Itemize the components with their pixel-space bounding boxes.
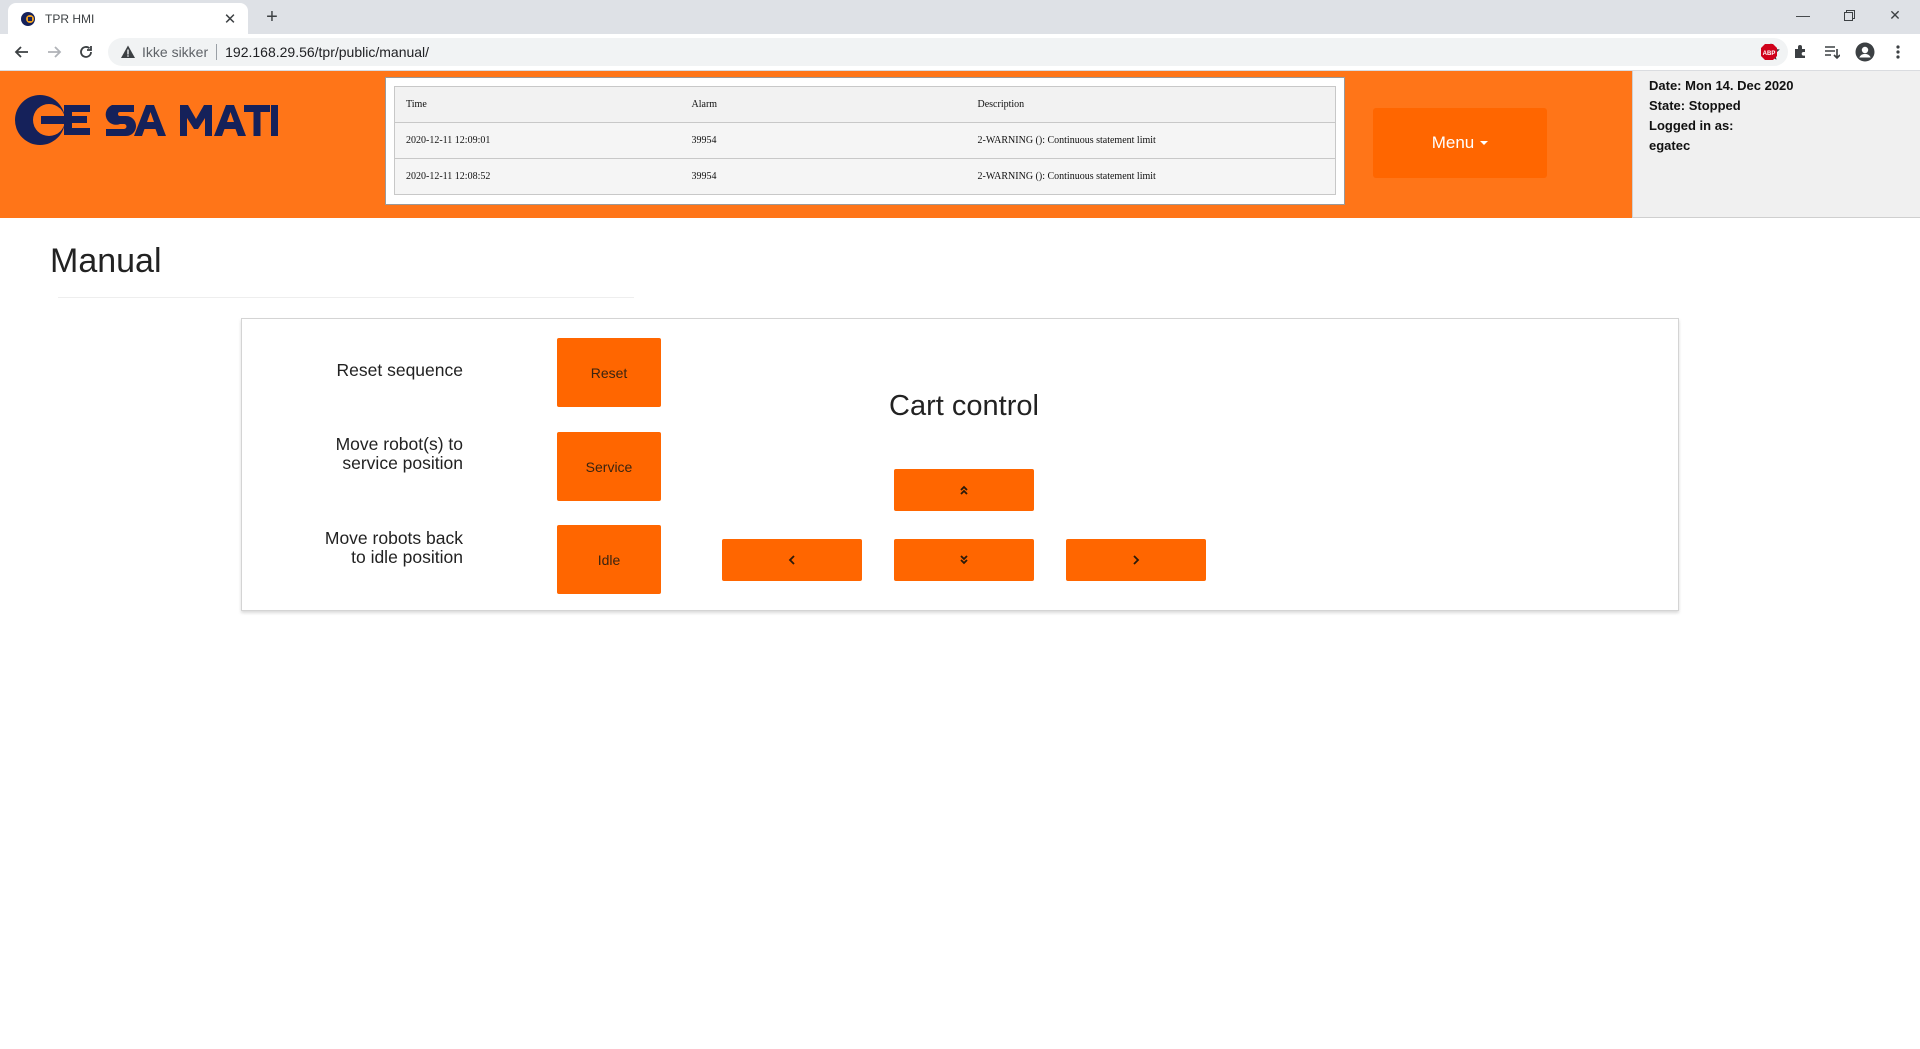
page-header: Time Alarm Description 2020-12-11 12:09:… [0,71,1920,218]
reset-button[interactable]: Reset [557,338,661,407]
close-window-icon[interactable]: ✕ [1872,0,1918,30]
status-state: State: Stopped [1649,98,1741,113]
left-chevron-icon [788,555,795,565]
favicon-icon [21,11,35,26]
idle-label-line2: to idle position [351,547,463,567]
menu-dropdown-button[interactable]: Menu [1373,108,1547,178]
alarm-time: 2020-12-11 12:09:01 [394,122,681,159]
insecure-label: Ikke sikker [142,44,209,60]
alarm-table: Time Alarm Description 2020-12-11 12:09:… [394,86,1336,195]
right-chevron-icon [1133,555,1140,565]
alarm-code: 39954 [680,122,967,159]
warning-icon [121,45,135,58]
menu-label: Menu [1431,133,1475,152]
cart-down-button[interactable] [894,539,1034,581]
table-row[interactable]: 2020-12-11 12:09:01 39954 2-WARNING (): … [394,122,1336,159]
alarm-time: 2020-12-11 12:08:52 [394,158,681,195]
status-date: Date: Mon 14. Dec 2020 [1649,78,1794,93]
cart-right-button[interactable] [1066,539,1206,581]
status-username: egatec [1649,138,1691,153]
alarm-code: 39954 [680,158,967,195]
status-logged-in-label: Logged in as: [1649,118,1734,133]
browser-menu-kebab-icon[interactable] [1888,42,1908,62]
cart-control-title: Cart control [889,390,1039,422]
address-divider [216,44,218,60]
column-header-time: Time [394,86,681,123]
page-title: Manual [50,242,162,280]
back-icon[interactable] [10,40,34,64]
reload-icon[interactable] [74,40,98,64]
column-header-alarm: Alarm [680,86,967,123]
alarm-description: 2-WARNING (): Continuous statement limit [966,158,1336,195]
tab-title: TPR HMI [45,11,95,26]
service-button[interactable]: Service [557,432,661,501]
url-text[interactable]: 192.168.29.56/tpr/public/manual/ [225,44,429,60]
address-bar[interactable]: Ikke sikker 192.168.29.56/tpr/public/man… [108,38,1788,66]
forward-icon[interactable] [42,40,66,64]
reset-label-line1: Reset sequence [336,360,463,380]
reset-sequence-label: Reset sequence [163,361,463,380]
adblock-icon[interactable]: ABP [1759,42,1779,62]
profile-avatar-icon[interactable] [1855,42,1875,62]
reading-list-icon[interactable] [1822,42,1842,62]
tab-close-icon[interactable]: ✕ [222,11,238,28]
restore-icon[interactable] [1826,0,1872,30]
minimize-icon[interactable]: — [1780,0,1826,30]
title-divider [58,297,634,298]
up-double-chevron-icon [960,485,968,495]
browser-toolbar: Ikke sikker 192.168.29.56/tpr/public/man… [0,34,1920,71]
cart-up-button[interactable] [894,469,1034,511]
service-label-line2: service position [342,453,463,473]
cart-left-button[interactable] [722,539,862,581]
alarm-panel[interactable]: Time Alarm Description 2020-12-11 12:09:… [385,77,1345,205]
svg-text:ABP: ABP [1763,51,1776,57]
egamatic-logo [15,95,278,145]
alarm-description: 2-WARNING (): Continuous statement limit [966,122,1336,159]
idle-label-line1: Move robots back [324,528,463,548]
down-double-chevron-icon [960,555,968,565]
idle-button[interactable]: Idle [557,525,661,594]
column-header-description: Description [966,86,1336,123]
browser-tabstrip: TPR HMI ✕ + — ✕ [0,0,1920,34]
status-panel: Date: Mon 14. Dec 2020 State: Stopped Lo… [1632,71,1920,218]
idle-position-label: Move robots back to idle position [163,529,463,567]
caret-down-icon [1480,141,1489,145]
table-row[interactable]: 2020-12-11 12:08:52 39954 2-WARNING (): … [394,158,1336,195]
service-position-label: Move robot(s) to service position [163,435,463,473]
browser-tab[interactable]: TPR HMI ✕ [8,3,248,34]
new-tab-icon[interactable]: + [260,5,284,29]
service-label-line1: Move robot(s) to [335,434,463,454]
extensions-puzzle-icon[interactable] [1790,42,1810,62]
alarm-table-header-row: Time Alarm Description [394,86,1336,123]
